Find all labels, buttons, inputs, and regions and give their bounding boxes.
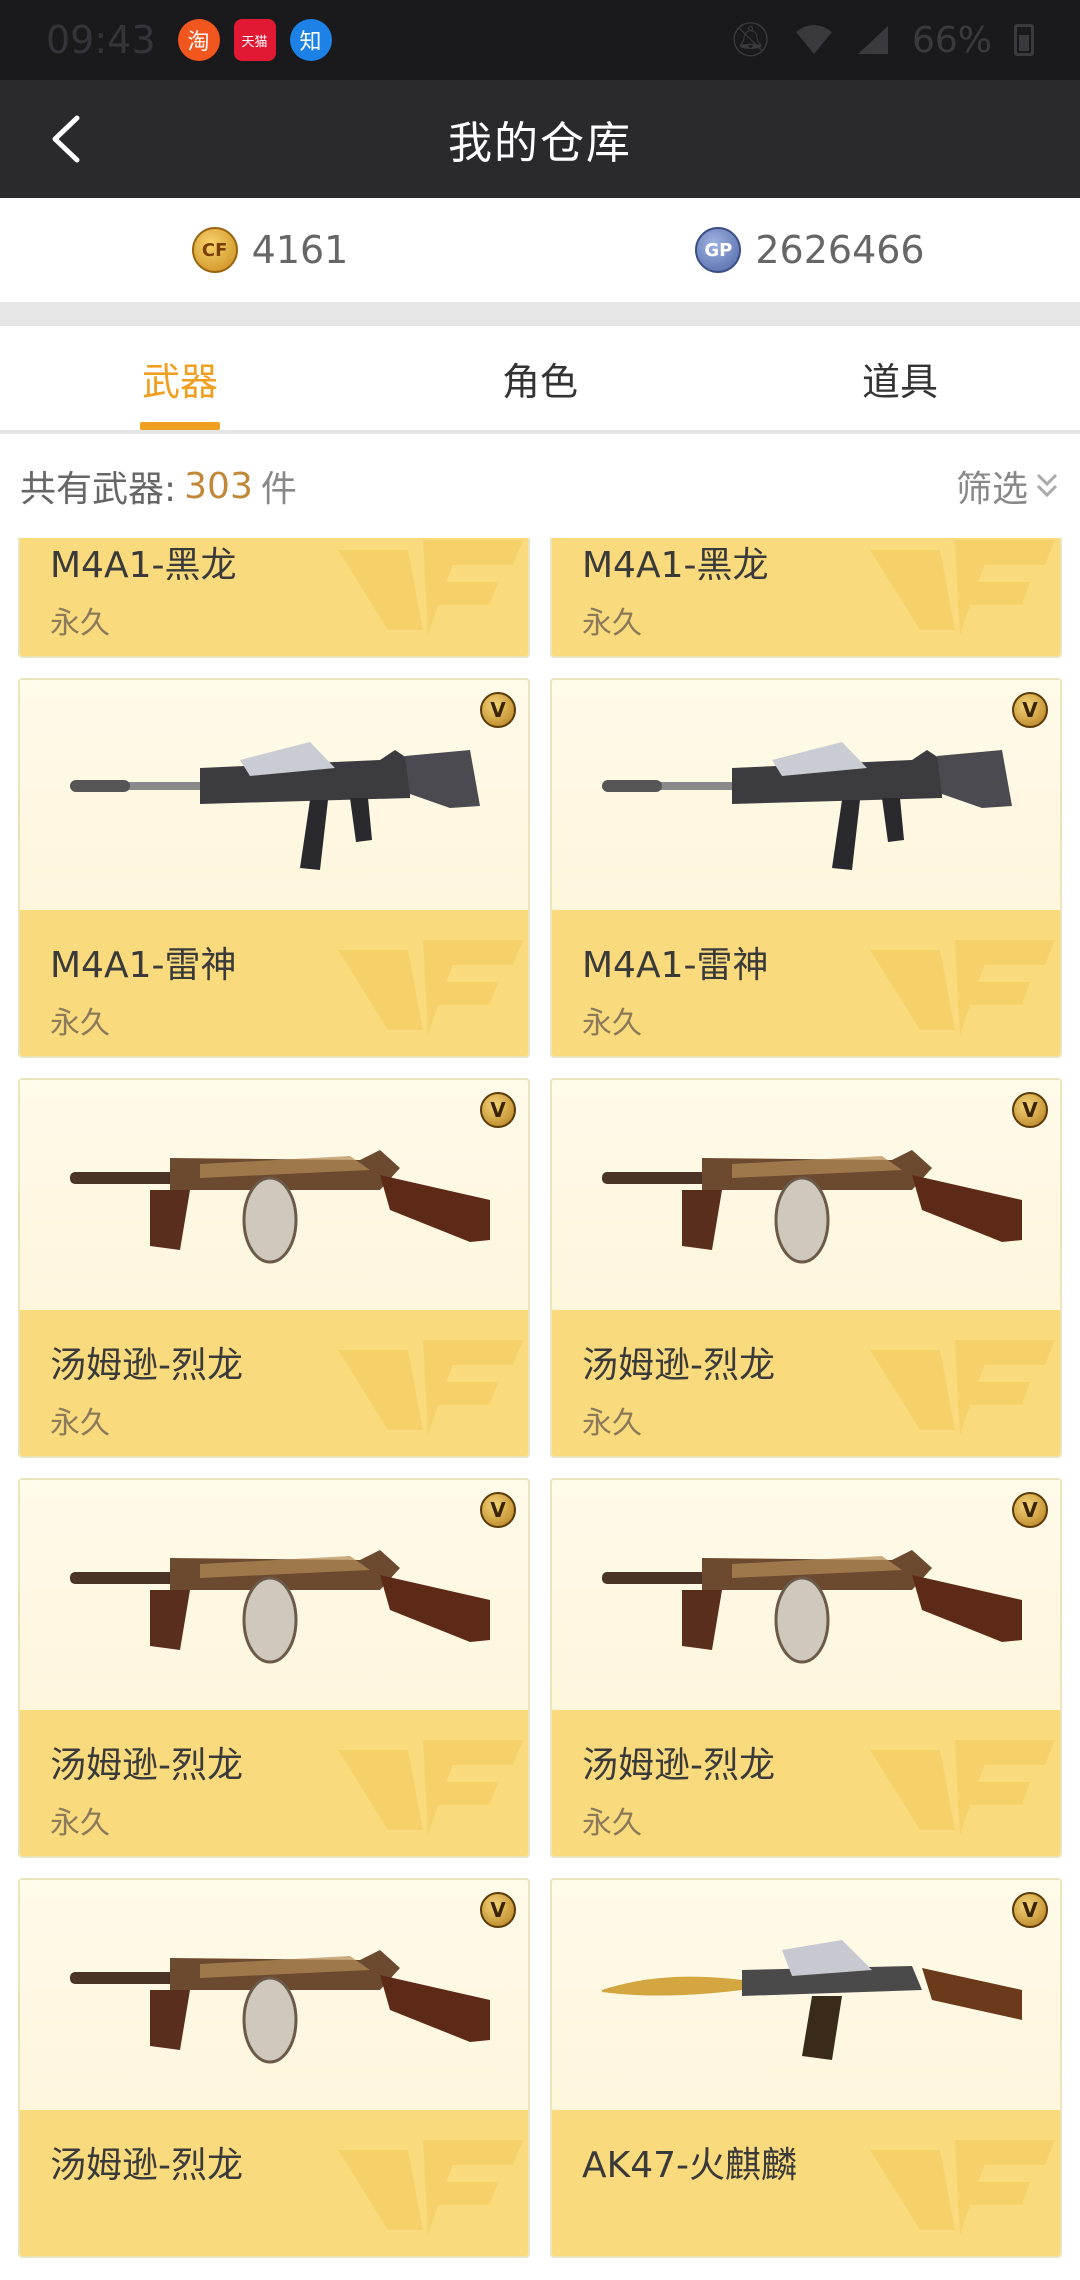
vip-badge-icon: V: [1012, 1892, 1048, 1928]
tab-items[interactable]: 道具: [720, 326, 1080, 430]
category-tabs: 武器 角色 道具: [0, 326, 1080, 432]
weapon-info: 汤姆逊-烈龙: [20, 2110, 528, 2256]
weapon-grid: V M4A1-黑龙 永久 V M4A1-黑龙 永久 V: [18, 538, 1062, 2258]
back-button[interactable]: [30, 104, 100, 174]
page-title: 我的仓库: [448, 118, 632, 169]
weapon-card-1[interactable]: V M4A1-黑龙 永久: [18, 538, 530, 658]
gp-coin-icon: GP: [695, 227, 742, 273]
weapon-info: AK47-火麒麟: [552, 2110, 1060, 2256]
taobao-icon: 淘: [177, 19, 220, 61]
weapon-duration: 永久: [50, 606, 110, 641]
currency-row: CF 4161 GP 2626466: [0, 198, 1080, 302]
filter-label: 筛选: [955, 469, 1028, 510]
vip-badge-icon: V: [480, 1892, 516, 1928]
weapon-duration: 永久: [50, 1806, 110, 1841]
smg-icon: [70, 1950, 490, 2064]
weapon-name: 汤姆逊-烈龙: [582, 1745, 775, 1786]
double-chevron-down-icon: [1036, 473, 1058, 498]
weapon-info: 汤姆逊-烈龙 永久: [552, 1710, 1060, 1856]
vip-badge-icon: V: [1012, 692, 1048, 728]
tab-weapons[interactable]: 武器: [0, 326, 360, 430]
weapon-name: M4A1-黑龙: [582, 545, 769, 586]
weapon-image: V: [20, 1080, 528, 1310]
vip-badge-icon: V: [480, 692, 516, 728]
zhihu-icon: 知: [289, 19, 332, 61]
weapon-info: M4A1-黑龙 永久: [20, 538, 528, 656]
battery-icon: [1014, 24, 1034, 56]
vip-badge-icon: V: [480, 1092, 516, 1128]
weapon-info: 汤姆逊-烈龙 永久: [20, 1310, 528, 1456]
weapon-duration: 永久: [582, 1406, 642, 1441]
tmall-icon: 天猫: [233, 19, 276, 61]
filter-button[interactable]: 筛选: [956, 460, 1060, 512]
weapon-image: V: [20, 1880, 528, 2110]
vip-badge-icon: V: [1012, 1092, 1048, 1128]
weapon-duration: 永久: [50, 1006, 110, 1041]
weapon-card-4[interactable]: V M4A1-雷神 永久: [550, 678, 1062, 1058]
weapon-name: AK47-火麒麟: [582, 2145, 798, 2186]
weapon-duration: 永久: [582, 1006, 642, 1041]
signal-icon: [857, 26, 888, 54]
ak-icon: [602, 1940, 1022, 2060]
gp-points: GP 2626466: [540, 198, 1080, 302]
smg-icon: [602, 1150, 1022, 1264]
weapon-card-7[interactable]: V 汤姆逊-烈龙 永久: [18, 1478, 530, 1858]
weapon-info: M4A1-雷神 永久: [552, 910, 1060, 1056]
count-label: 共有武器:: [20, 469, 177, 510]
weapon-name: M4A1-雷神: [582, 945, 769, 986]
weapon-card-6[interactable]: V 汤姆逊-烈龙 永久: [550, 1078, 1062, 1458]
rifle-icon: [602, 742, 1012, 870]
status-indicators: 🔕︎ 66%: [729, 20, 1034, 61]
weapon-duration: 永久: [50, 1406, 110, 1441]
weapon-name: 汤姆逊-烈龙: [50, 1345, 243, 1386]
gp-points-value: 2626466: [755, 228, 925, 272]
weapon-duration: 永久: [582, 1806, 642, 1841]
status-bar: 09:43 淘 天猫 知 🔕︎ 66%: [0, 0, 1080, 80]
weapon-info: 汤姆逊-烈龙 永久: [20, 1710, 528, 1856]
weapon-image: V: [20, 680, 528, 910]
tab-characters[interactable]: 角色: [360, 326, 720, 430]
wifi-icon: [795, 25, 832, 54]
smg-icon: [70, 1150, 490, 1264]
weapon-image: V: [552, 1080, 1060, 1310]
count-value: 303: [184, 465, 253, 507]
nav-bar: 我的仓库: [0, 80, 1080, 198]
cf-points-value: 4161: [251, 228, 349, 272]
weapon-info: 汤姆逊-烈龙 永久: [552, 1310, 1060, 1456]
mute-icon: 🔕︎: [728, 20, 772, 60]
battery-percent: 66%: [911, 19, 992, 61]
count-unit: 件: [260, 469, 297, 510]
summary-row: 共有武器: 303 件 筛选: [0, 434, 1080, 538]
cf-coin-icon: CF: [191, 227, 238, 273]
status-time: 09:43: [46, 18, 156, 62]
smg-icon: [602, 1550, 1022, 1664]
cf-points: CF 4161: [0, 198, 540, 302]
weapon-name: 汤姆逊-烈龙: [50, 2145, 243, 2186]
weapon-card-3[interactable]: V M4A1-雷神 永久: [18, 678, 530, 1058]
weapon-card-5[interactable]: V 汤姆逊-烈龙 永久: [18, 1078, 530, 1458]
weapon-name: 汤姆逊-烈龙: [582, 1345, 775, 1386]
vip-badge-icon: V: [480, 1492, 516, 1528]
weapon-image: V: [552, 1880, 1060, 2110]
chevron-left-icon: [52, 115, 80, 163]
smg-icon: [70, 1550, 490, 1664]
weapon-card-9[interactable]: V 汤姆逊-烈龙: [18, 1878, 530, 2258]
weapon-image: V: [552, 680, 1060, 910]
weapon-name: M4A1-雷神: [50, 945, 237, 986]
weapon-grid-viewport[interactable]: V M4A1-黑龙 永久 V M4A1-黑龙 永久 V: [0, 538, 1080, 2280]
rifle-icon: [70, 742, 480, 870]
weapon-duration: 永久: [582, 606, 642, 641]
vip-badge-icon: V: [1012, 1492, 1048, 1528]
weapon-info: M4A1-黑龙 永久: [552, 538, 1060, 656]
weapon-image: V: [20, 1480, 528, 1710]
weapon-name: 汤姆逊-烈龙: [50, 1745, 243, 1786]
weapon-card-8[interactable]: V 汤姆逊-烈龙 永久: [550, 1478, 1062, 1858]
weapon-info: M4A1-雷神 永久: [20, 910, 528, 1056]
weapon-name: M4A1-黑龙: [50, 545, 237, 586]
weapon-image: V: [552, 1480, 1060, 1710]
weapon-card-2[interactable]: V M4A1-黑龙 永久: [550, 538, 1062, 658]
weapon-card-10[interactable]: V AK47-火麒麟: [550, 1878, 1062, 2258]
